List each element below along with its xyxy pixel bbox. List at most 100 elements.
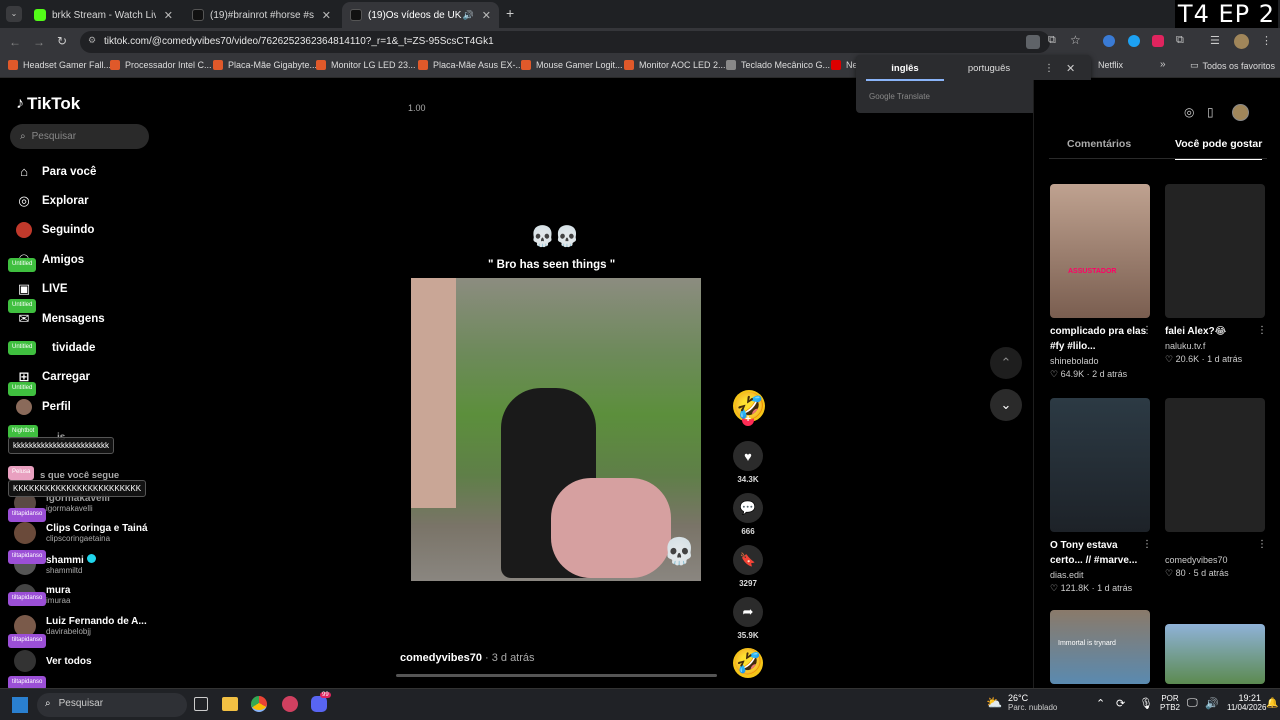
speaker-icon[interactable]: 🔊 xyxy=(463,10,474,21)
tab-you-may-like[interactable]: Você pode gostar xyxy=(1175,138,1263,160)
translate-target-tab[interactable]: português xyxy=(956,63,1022,74)
bookmark-item[interactable]: Monitor AOC LED 2... xyxy=(624,60,726,70)
more-options-icon[interactable]: ⋮ xyxy=(1257,539,1267,550)
nav-explore[interactable]: ◎ Explorar xyxy=(16,193,88,209)
site-info-icon[interactable]: ⚙ xyxy=(88,35,96,46)
bookmark-item[interactable]: Headset Gamer Fall... xyxy=(8,60,111,70)
like-button[interactable]: ♥ 34.3K xyxy=(733,441,763,484)
extensions-puzzle-icon[interactable]: ☰ xyxy=(1210,34,1220,47)
save-button[interactable]: 🔖 3297 xyxy=(733,545,763,588)
clock-date: 11/04/2026 xyxy=(1227,703,1267,712)
see-all-following[interactable]: Ver todos xyxy=(14,650,92,672)
bookmark-label: Todos os favoritos xyxy=(1202,60,1276,71)
forward-icon[interactable]: → xyxy=(33,35,45,49)
recommended-video-card[interactable]: O Tony estava certo... // #marve... dias… xyxy=(1050,398,1152,594)
recommended-video-card[interactable] xyxy=(1165,624,1265,684)
avatar[interactable] xyxy=(1234,34,1249,49)
discord-icon[interactable] xyxy=(311,696,327,712)
close-tab-icon[interactable]: ✕ xyxy=(482,9,491,22)
tiktok-logo[interactable]: ♪ TikTok xyxy=(16,94,80,114)
extension-icon[interactable]: ⧉ xyxy=(1176,34,1184,47)
chrome-icon[interactable] xyxy=(251,696,267,712)
compass-icon[interactable]: ◎ xyxy=(1184,105,1194,119)
notification-bell-icon[interactable]: 🔔 xyxy=(1266,698,1278,709)
extension-icon[interactable] xyxy=(1128,35,1140,47)
bookmark-item[interactable]: Teclado Mecânico G... xyxy=(726,60,830,70)
close-tab-icon[interactable]: ✕ xyxy=(164,9,173,22)
keyboard-language[interactable]: POR PTB2 xyxy=(1160,694,1180,712)
recommended-video-card[interactable]: ASSUSTADOR complicado pra elas #fy #lilo… xyxy=(1050,184,1152,380)
browser-menu-icon[interactable]: ⋮ xyxy=(1261,34,1272,47)
bookmark-item[interactable]: Processador Intel C... xyxy=(110,60,212,70)
bookmark-item[interactable]: Mouse Gamer Logit... xyxy=(521,60,623,70)
live-icon: ▣ xyxy=(17,281,31,296)
translate-source-tab[interactable]: inglês xyxy=(866,63,944,81)
video-thumbnail xyxy=(1165,398,1265,532)
previous-video-button[interactable]: ⌃ xyxy=(990,347,1022,379)
reload-icon[interactable]: ↻ xyxy=(57,34,67,48)
browser-tab-kick[interactable]: brkk Stream - Watch Live o ✕ xyxy=(26,2,181,28)
chat-user-badge: Untitled xyxy=(8,382,37,396)
recommended-video-card[interactable]: comedyvibes70 ♡ 80 · 5 d atrás ⋮ xyxy=(1165,398,1267,579)
translate-icon[interactable] xyxy=(1026,35,1040,49)
app-icon[interactable] xyxy=(282,696,298,712)
nav-for-you[interactable]: ⌂ Para você xyxy=(16,164,96,180)
video-age: 5 d atrás xyxy=(1193,568,1229,578)
video-progress-bar[interactable] xyxy=(396,674,717,677)
close-icon[interactable]: ✕ xyxy=(1066,62,1075,75)
system-clock[interactable]: 19:21 11/04/2026 xyxy=(1227,693,1267,712)
weather-icon[interactable]: ⛅ xyxy=(986,695,1002,711)
bookmark-item[interactable]: Monitor LG LED 23... xyxy=(316,60,416,70)
microphone-icon[interactable]: 🎙 xyxy=(1139,697,1153,710)
tab-comments[interactable]: Comentários xyxy=(1067,138,1131,150)
next-video-button[interactable]: ⌄ xyxy=(990,389,1022,421)
new-tab-button[interactable]: + xyxy=(506,5,514,21)
bookmark-item[interactable]: Placa-Mãe Asus EX-... xyxy=(418,60,523,70)
creator-avatar-button[interactable]: 🤣 + xyxy=(733,390,765,426)
recommended-video-card[interactable]: Immortal is trynard xyxy=(1050,610,1150,684)
browser-tab-brainrot[interactable]: (19)#brainrot #horse #scream ✕ xyxy=(184,2,339,28)
network-icon[interactable]: 🖵 xyxy=(1187,697,1198,710)
chevron-right-icon[interactable]: » xyxy=(1160,59,1166,70)
more-options-icon[interactable]: ⋮ xyxy=(1044,63,1054,74)
more-options-icon[interactable]: ⋮ xyxy=(1142,325,1152,336)
bookmark-star-icon[interactable]: ☆ xyxy=(1070,33,1081,47)
file-explorer-icon[interactable] xyxy=(222,697,238,711)
following-account[interactable]: Clips Coringa e Tainá clipscoringaetaina xyxy=(14,522,148,544)
extension-icon[interactable] xyxy=(1152,35,1164,47)
extension-icon[interactable] xyxy=(1103,35,1115,47)
tab-list-dropdown-button[interactable]: ⌄ xyxy=(6,6,22,22)
chevron-up-icon[interactable]: ⌃ xyxy=(1096,697,1105,710)
bookmark-item[interactable]: Placa-Mãe Gigabyte... xyxy=(213,60,317,70)
close-tab-icon[interactable]: ✕ xyxy=(322,9,331,22)
all-bookmarks-folder[interactable]: ▭ Todos os favoritos xyxy=(1190,60,1275,71)
sound-disc-button[interactable]: 🤣 xyxy=(733,648,763,678)
weather-widget[interactable]: 26°C Parc. nublado xyxy=(1008,693,1057,712)
video-player[interactable]: 💀 xyxy=(411,278,701,581)
nav-messages[interactable]: ✉ Mensagens xyxy=(16,311,105,327)
nav-following[interactable]: Seguindo xyxy=(16,222,94,238)
nav-live[interactable]: ▣ LIVE xyxy=(16,281,68,297)
comment-button[interactable]: 💬 666 xyxy=(733,493,763,536)
more-options-icon[interactable]: ⋮ xyxy=(1257,325,1267,336)
share-button[interactable]: ➦ 35.9K xyxy=(733,597,763,640)
taskbar-search-input[interactable]: ⌕ Pesquisar xyxy=(37,693,187,717)
task-view-icon[interactable] xyxy=(194,697,208,711)
playback-speed[interactable]: 1.00 xyxy=(408,103,426,113)
search-input[interactable]: ⌕ Pesquisar xyxy=(10,124,149,149)
volume-icon[interactable]: 🔊 xyxy=(1205,697,1219,710)
tray-app-icon[interactable]: ⟳ xyxy=(1116,697,1125,710)
more-options-icon[interactable]: ⋮ xyxy=(1142,539,1152,550)
back-icon[interactable]: ← xyxy=(9,35,21,49)
nav-profile[interactable]: Perfil xyxy=(16,399,71,415)
cast-icon[interactable]: ⧉ xyxy=(1048,34,1056,47)
bookmark-item[interactable]: Netflix xyxy=(1098,60,1123,70)
windows-start-icon[interactable] xyxy=(12,697,28,713)
url-input[interactable]: ⚙ tiktok.com/@comedyvibes70/video/762625… xyxy=(80,31,1050,53)
video-author[interactable]: comedyvibes70 xyxy=(400,652,482,664)
recommended-video-card[interactable]: falei Alex?😂 naluku.tv.f ♡ 20.6K · 1 d a… xyxy=(1165,184,1267,365)
browser-tab-active[interactable]: (19)Os vídeos de UK op (@ 🔊 ✕ xyxy=(342,2,499,28)
bookmark-item[interactable]: Ne xyxy=(831,60,858,70)
device-icon[interactable]: ▯ xyxy=(1207,105,1214,119)
avatar[interactable] xyxy=(1232,104,1249,121)
